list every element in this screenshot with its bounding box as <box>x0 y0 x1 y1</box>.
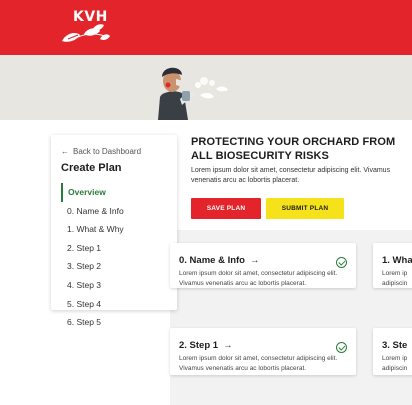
step-card-what-why[interactable]: 1. Wha Lorem ip adipiscin lobortis <box>373 243 412 288</box>
plan-sidebar: ← Back to Dashboard Create Plan Overview… <box>51 135 177 327</box>
hero-banner <box>0 55 412 120</box>
sidebar-item-name-info[interactable]: 0. Name & Info <box>61 202 167 221</box>
card-title-text: 0. Name & Info <box>179 255 245 266</box>
top-bar: KVH <box>0 0 412 55</box>
sidebar-item-step-2[interactable]: 3. Step 2 <box>61 257 167 276</box>
card-description: Lorem ipsum dolor sit amet, consectetur … <box>179 355 338 372</box>
card-title: 3. Ste <box>382 340 408 351</box>
card-description: Lorem ip adipiscin lobortis <box>382 355 408 372</box>
sidebar-item-step-5[interactable]: 6. Step 5 <box>61 313 167 332</box>
check-circle-icon <box>336 342 347 353</box>
card-title: 2. Step 1 → <box>179 340 347 351</box>
step-card-step-2[interactable]: 3. Ste Lorem ip adipiscin lobortis <box>373 328 412 375</box>
arrow-right-icon: → <box>223 340 233 351</box>
card-title: 0. Name & Info → <box>179 255 347 266</box>
kvh-logo[interactable]: KVH <box>58 9 118 47</box>
step-card-step-1[interactable]: 2. Step 1 → Lorem ipsum dolor sit amet, … <box>170 328 356 375</box>
intro-text: Lorem ipsum dolor sit amet, consectetur … <box>191 167 391 184</box>
back-link-label: Back to Dashboard <box>73 147 142 156</box>
save-plan-button[interactable]: SAVE PLAN <box>191 198 261 219</box>
sidebar-item-what-why[interactable]: 1. What & Why <box>61 220 167 239</box>
card-title: 1. Wha <box>382 255 412 266</box>
sidebar-item-step-3[interactable]: 4. Step 3 <box>61 276 167 295</box>
plan-nav: Overview 0. Name & Info 1. What & Why 2.… <box>61 183 167 332</box>
leaf-logo-icon <box>62 24 110 42</box>
sidebar-item-overview[interactable]: Overview <box>61 183 167 202</box>
card-title-text: 2. Step 1 <box>179 340 219 351</box>
sidebar-item-step-1[interactable]: 2. Step 1 <box>61 239 167 258</box>
sidebar-title: Create Plan <box>61 162 122 174</box>
card-description: Lorem ipsum dolor sit amet, consectetur … <box>179 270 338 287</box>
submit-plan-button[interactable]: SUBMIT PLAN <box>266 198 344 219</box>
orchard-worker-illustration <box>158 67 228 120</box>
arrow-right-icon: → <box>250 255 260 266</box>
step-card-name-info[interactable]: 0. Name & Info → Lorem ipsum dolor sit a… <box>170 243 356 288</box>
arrow-left-icon: ← <box>61 147 69 156</box>
back-to-dashboard-link[interactable]: ← Back to Dashboard <box>61 147 167 156</box>
check-circle-icon <box>336 257 347 268</box>
card-description: Lorem ip adipiscin lobortis <box>382 270 408 287</box>
sidebar-item-step-4[interactable]: 5. Step 4 <box>61 295 167 314</box>
page-title: PROTECTING YOUR ORCHARD FROM ALL BIOSECU… <box>191 136 396 162</box>
